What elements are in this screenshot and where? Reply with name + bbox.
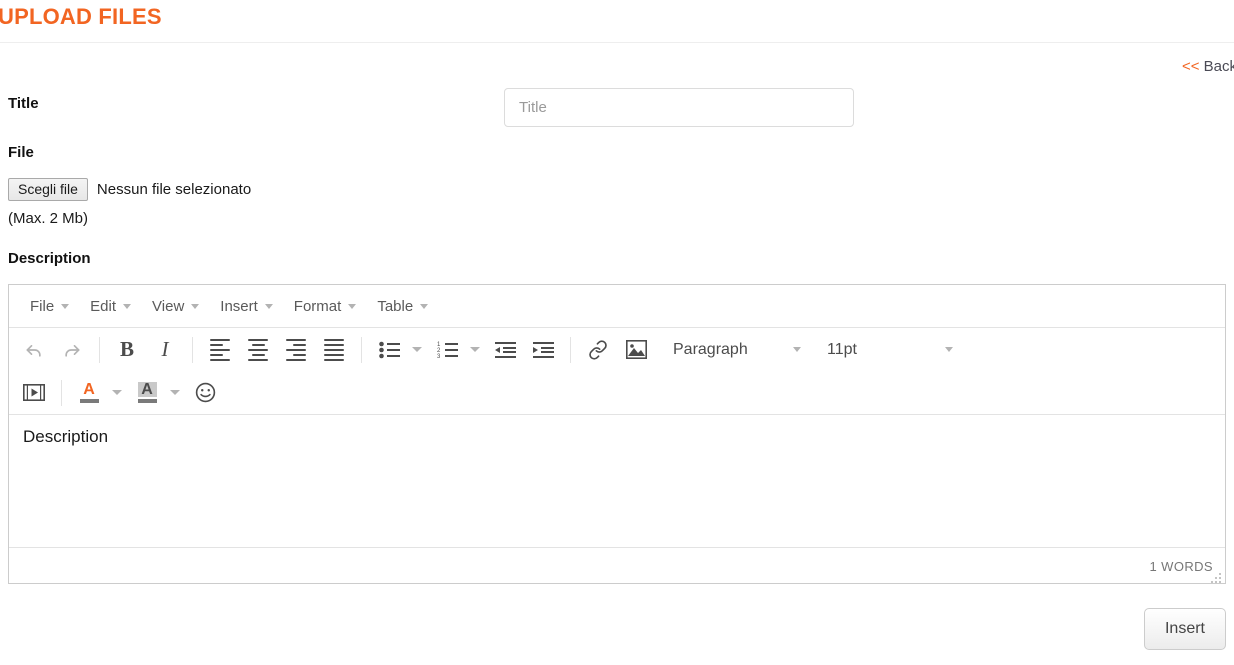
image-icon[interactable] — [619, 333, 653, 367]
chevron-down-icon — [348, 303, 357, 309]
menu-edit-label: Edit — [90, 297, 117, 315]
text-color-options-icon[interactable] — [108, 376, 126, 410]
chevron-down-icon — [264, 303, 273, 309]
toolbar-separator — [361, 336, 362, 363]
bullet-list-options-icon[interactable] — [408, 333, 426, 367]
chevron-down-icon — [191, 303, 200, 309]
rich-text-editor: File Edit View Insert Format Table B I 1… — [8, 284, 1226, 584]
link-icon[interactable] — [581, 333, 615, 367]
font-size-select[interactable]: 11pt — [817, 333, 963, 367]
back-link[interactable]: << Back — [1182, 58, 1234, 75]
page-title: UPLOAD FILES — [0, 4, 162, 29]
back-chevrons-icon: << — [1181, 58, 1200, 75]
outdent-icon[interactable] — [488, 333, 522, 367]
file-input-row[interactable]: Scegli file Nessun file selezionato — [8, 178, 251, 201]
editor-toolbar-row-2: A A — [15, 371, 1219, 414]
align-center-icon[interactable] — [241, 333, 275, 367]
description-label: Description — [8, 250, 91, 267]
editor-content-area[interactable]: Description — [9, 415, 1225, 547]
menu-insert[interactable]: Insert — [211, 294, 282, 319]
back-link-label: Back — [1203, 58, 1234, 75]
undo-icon[interactable] — [17, 333, 51, 367]
indent-icon[interactable] — [526, 333, 560, 367]
paragraph-format-value: Paragraph — [673, 340, 748, 358]
menu-view-label: View — [152, 297, 185, 315]
choose-file-button[interactable]: Scegli file — [8, 178, 88, 201]
toolbar-separator — [99, 336, 100, 363]
align-left-icon[interactable] — [203, 333, 237, 367]
word-count: 1 WORDS — [1149, 559, 1213, 574]
menu-edit[interactable]: Edit — [81, 294, 140, 319]
chevron-down-icon — [793, 347, 801, 352]
chevron-down-icon — [61, 303, 70, 309]
media-icon[interactable] — [17, 376, 51, 410]
menu-insert-label: Insert — [220, 297, 258, 315]
align-right-icon[interactable] — [279, 333, 313, 367]
menu-view[interactable]: View — [143, 294, 208, 319]
text-color-icon[interactable]: A — [72, 376, 106, 410]
file-label: File — [8, 144, 34, 161]
editor-content-text: Description — [23, 427, 109, 446]
toolbar-separator — [570, 336, 571, 363]
emoticon-icon[interactable] — [188, 376, 222, 410]
bold-icon[interactable]: B — [110, 333, 144, 367]
editor-menubar: File Edit View Insert Format Table — [9, 285, 1225, 328]
chevron-down-icon — [123, 303, 132, 309]
menu-format-label: Format — [293, 297, 342, 315]
menu-format[interactable]: Format — [285, 294, 366, 319]
title-input[interactable] — [504, 88, 854, 127]
editor-toolbar-row-1: B I 1 2 3 Paragraph 11pt — [15, 328, 1219, 371]
redo-icon[interactable] — [55, 333, 89, 367]
menu-table-label: Table — [377, 297, 414, 315]
editor-statusbar: 1 WORDS — [9, 547, 1225, 585]
bullet-list-icon[interactable] — [372, 333, 406, 367]
background-color-options-icon[interactable] — [166, 376, 184, 410]
svg-text:3: 3 — [437, 354, 441, 359]
menu-file[interactable]: File — [21, 294, 78, 319]
title-label: Title — [8, 95, 39, 112]
editor-toolbar: B I 1 2 3 Paragraph 11pt A A — [9, 328, 1225, 415]
chevron-down-icon — [945, 347, 953, 352]
font-size-value: 11pt — [827, 340, 857, 358]
resize-grip-icon[interactable] — [1210, 571, 1222, 583]
file-status-text: Nessun file selezionato — [96, 181, 252, 198]
toolbar-separator — [192, 336, 193, 363]
toolbar-separator — [61, 379, 62, 406]
page-header: UPLOAD FILES — [0, 0, 1234, 43]
numbered-list-options-icon[interactable] — [466, 333, 484, 367]
menu-table[interactable]: Table — [368, 294, 437, 319]
italic-icon[interactable]: I — [148, 333, 182, 367]
chevron-down-icon — [420, 303, 429, 309]
paragraph-format-select[interactable]: Paragraph — [663, 333, 811, 367]
align-justify-icon[interactable] — [317, 333, 351, 367]
background-color-icon[interactable]: A — [130, 376, 164, 410]
insert-button[interactable]: Insert — [1144, 608, 1226, 650]
menu-file-label: File — [30, 297, 55, 315]
file-size-hint: (Max. 2 Mb) — [8, 210, 89, 227]
numbered-list-icon[interactable]: 1 2 3 — [430, 333, 464, 367]
